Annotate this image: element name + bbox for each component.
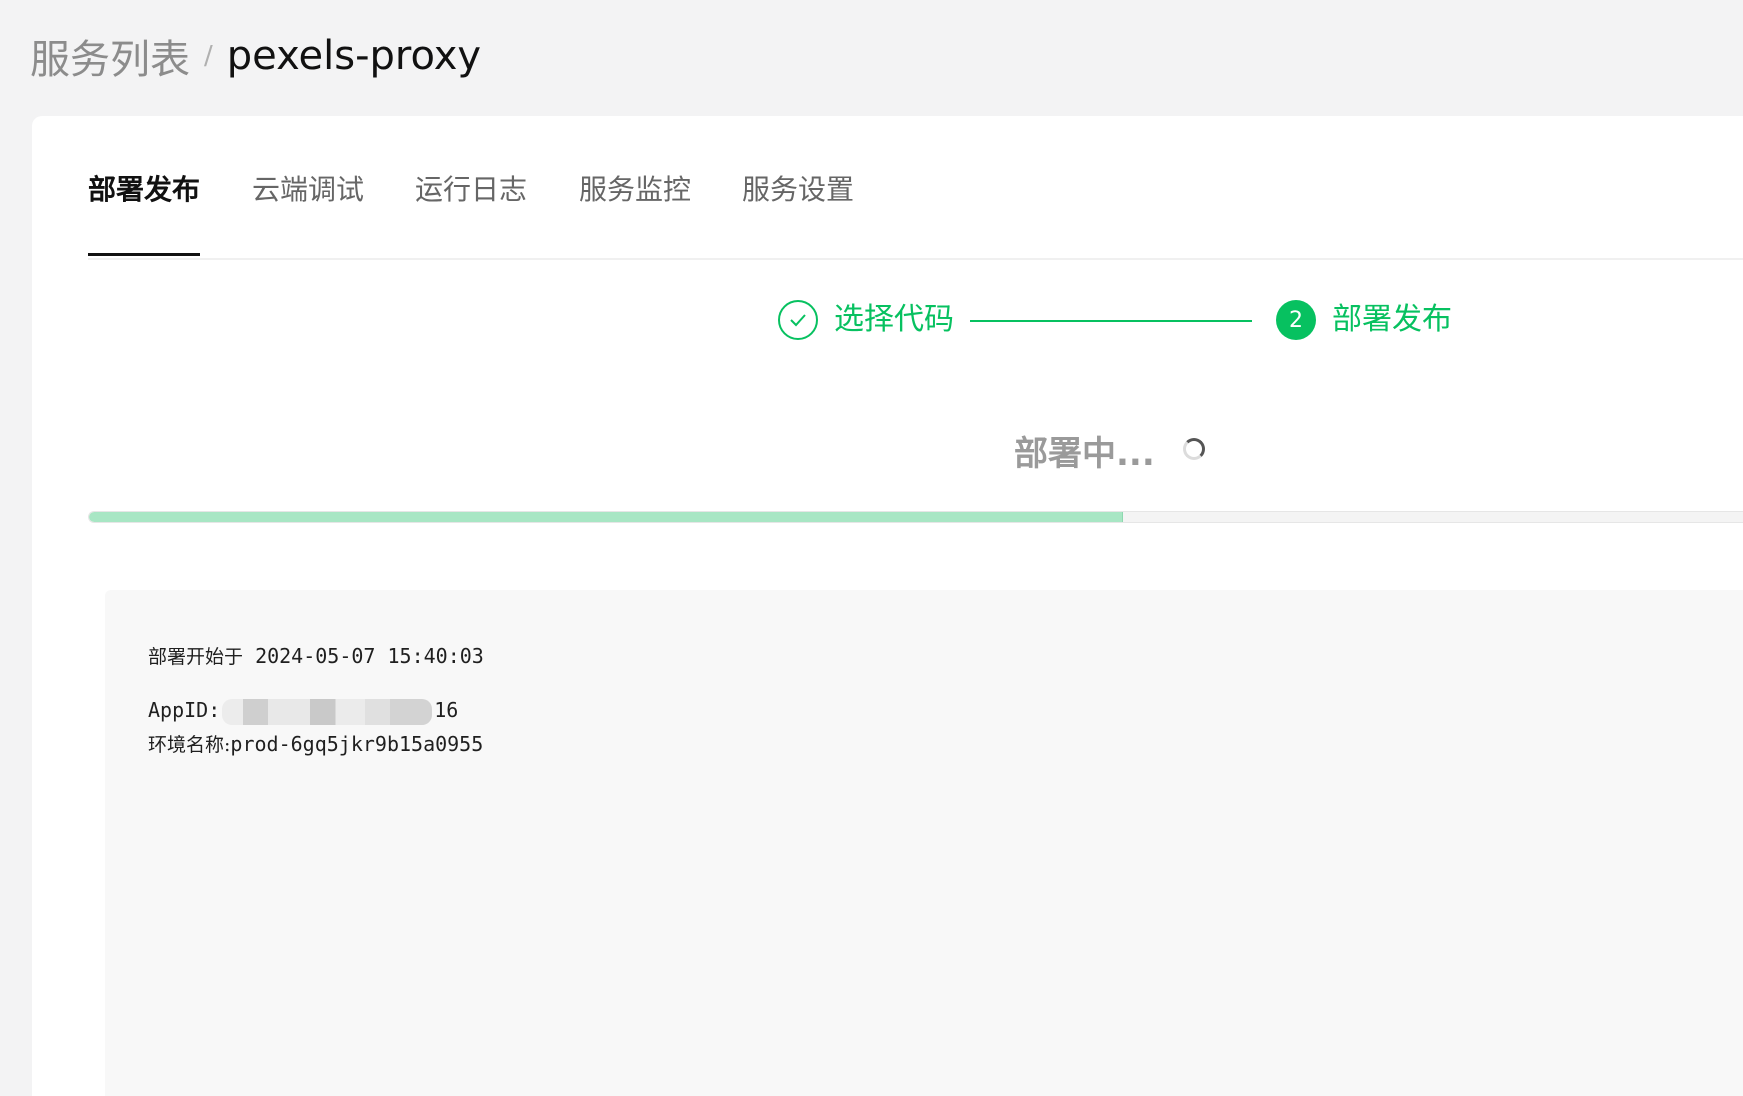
tab-bar: 部署发布 云端调试 运行日志 服务监控 服务设置	[88, 116, 1743, 260]
log-line-appid: AppID: 16	[148, 698, 458, 725]
tab-service-monitor[interactable]: 服务监控	[579, 168, 691, 256]
tab-run-logs[interactable]: 运行日志	[415, 168, 527, 256]
deploy-progress-bar	[88, 511, 1743, 523]
log-appid-label: AppID:	[148, 698, 221, 722]
log-line-start: 部署开始于 2024-05-07 15:40:03	[148, 642, 484, 669]
deploy-status-text: 部署中...	[1014, 434, 1155, 474]
step-select-code-label: 选择代码	[834, 302, 954, 337]
check-icon	[790, 314, 806, 327]
step-done-circle	[778, 300, 818, 340]
log-env-label: 环境名称:	[148, 734, 231, 756]
breadcrumb: 服务列表 / pexels-proxy	[30, 28, 481, 84]
log-start-label: 部署开始于	[148, 646, 244, 668]
deploy-progress-fill	[89, 512, 1123, 522]
deploy-steps: 选择代码 2 部署发布	[32, 300, 1743, 360]
redacted-appid	[222, 698, 433, 725]
loading-spinner-icon	[1183, 438, 1205, 460]
step-connector-line	[970, 320, 1252, 322]
tab-deploy[interactable]: 部署发布	[88, 168, 201, 256]
breadcrumb-service-list-link[interactable]: 服务列表	[30, 27, 190, 85]
log-env-value: prod-6gq5jkr9b15a0955	[230, 732, 484, 756]
main-card: 部署发布 云端调试 运行日志 服务监控 服务设置 选择代码 2 部署发布 部署中…	[32, 116, 1743, 1096]
tab-cloud-debug[interactable]: 云端调试	[252, 168, 364, 256]
log-appid-suffix: 16	[434, 698, 459, 722]
log-start-time: 2024-05-07 15:40:03	[255, 644, 484, 668]
deploy-status: 部署中...	[32, 416, 1743, 476]
log-line-env: 环境名称:prod-6gq5jkr9b15a0955	[148, 730, 483, 757]
step-deploy-label: 部署发布	[1332, 302, 1452, 337]
tab-service-settings[interactable]: 服务设置	[742, 168, 854, 256]
page-title: pexels-proxy	[226, 33, 482, 79]
deploy-log-panel: 部署开始于 2024-05-07 15:40:03 AppID: 16 环境名称:…	[105, 590, 1743, 1096]
breadcrumb-separator: /	[204, 41, 213, 71]
step-current-circle: 2	[1276, 300, 1316, 340]
